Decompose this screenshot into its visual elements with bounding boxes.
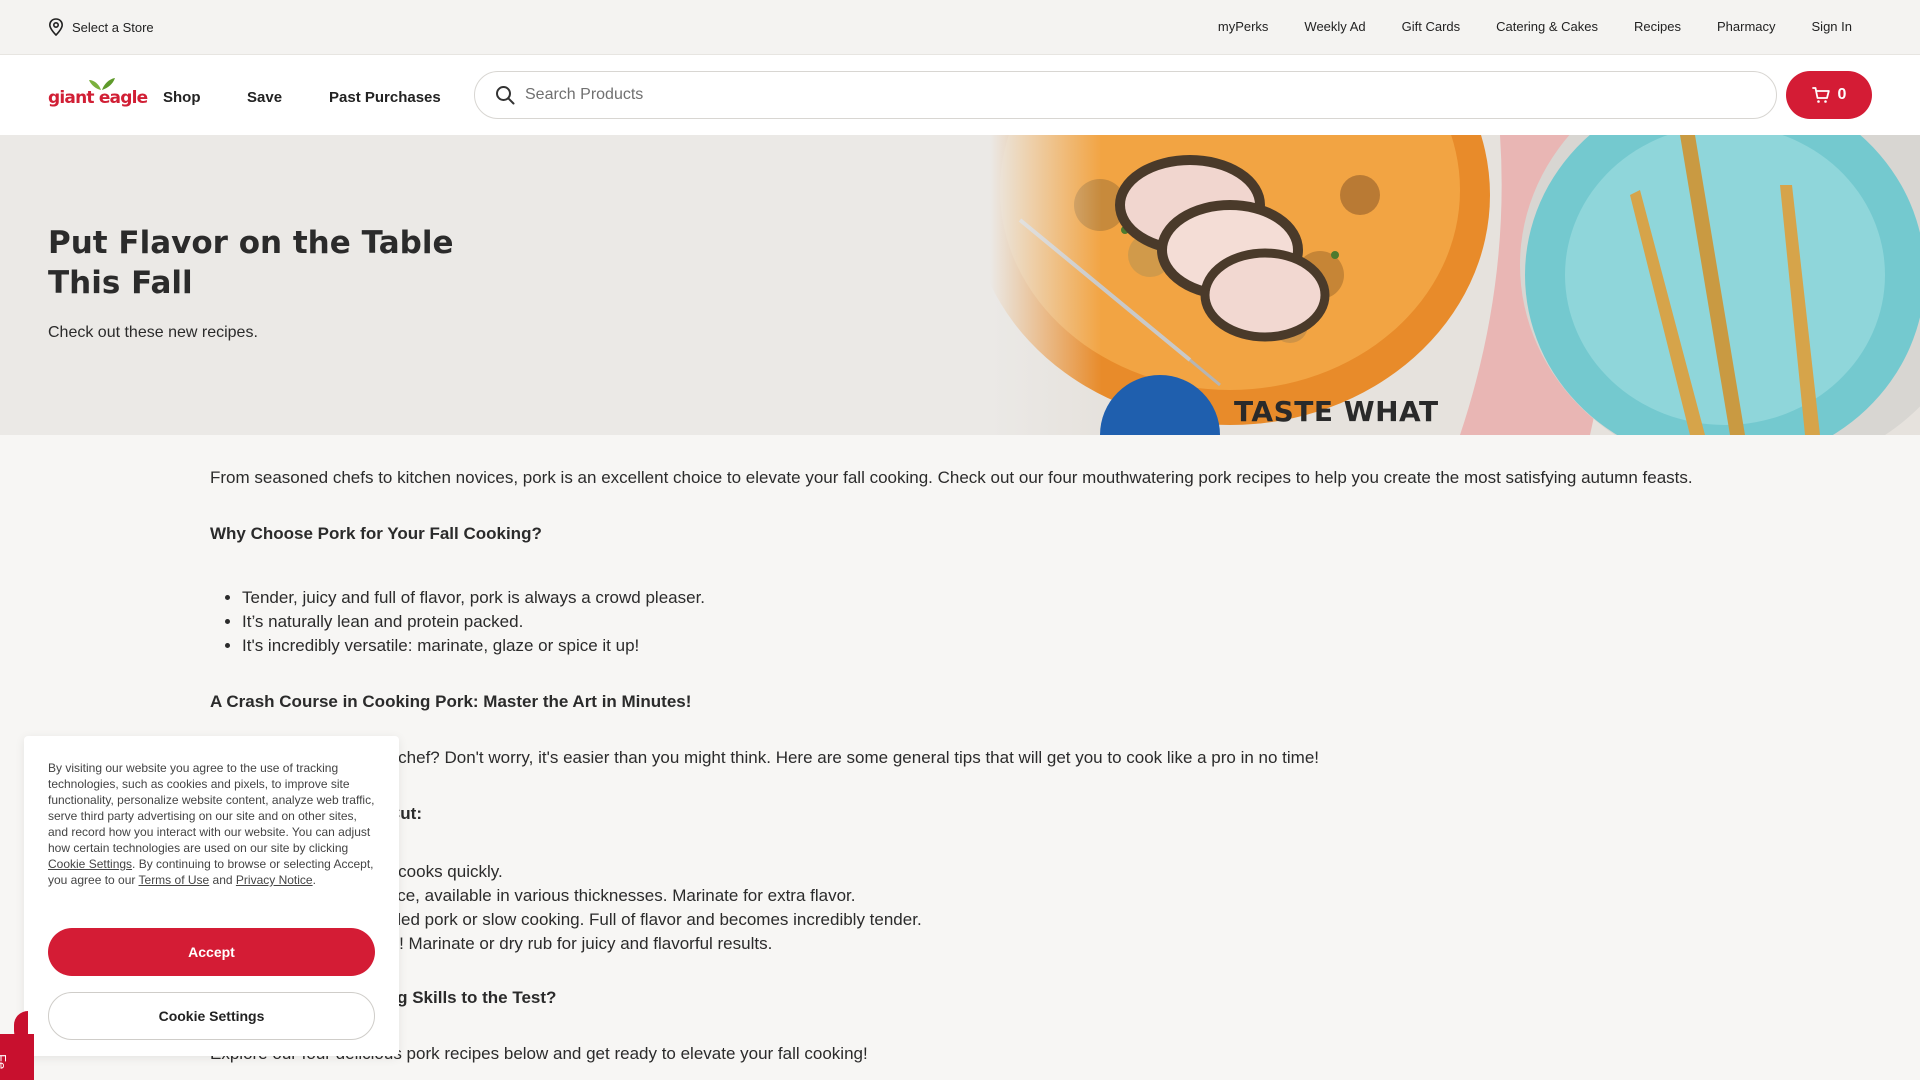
location-pin-icon xyxy=(48,18,64,36)
main-nav: giant eagle Shop Save Past Purchases 0 xyxy=(0,55,1920,135)
cart-button[interactable]: 0 xyxy=(1786,71,1872,119)
cookie-settings-button[interactable]: Cookie Settings xyxy=(48,992,375,1040)
feedback-tab[interactable]: Fe xyxy=(0,1034,34,1080)
logo-wordmark: giant eagle xyxy=(48,88,148,108)
util-link-pharmacy[interactable]: Pharmacy xyxy=(1717,19,1776,34)
util-link-weekly-ad[interactable]: Weekly Ad xyxy=(1304,19,1365,34)
nav-shop[interactable]: Shop xyxy=(163,89,201,106)
list-item: It’s naturally lean and protein packed. xyxy=(242,610,705,634)
cookie-text-part: . xyxy=(312,873,316,887)
hero-title: Put Flavor on the Table This Fall xyxy=(48,225,454,301)
select-store-label: Select a Store xyxy=(72,19,154,35)
utility-bar: Select a Store myPerks Weekly Ad Gift Ca… xyxy=(0,0,1920,55)
search-bar xyxy=(474,71,1777,119)
feedback-tab-label: Fe xyxy=(0,1054,9,1070)
accept-button[interactable]: Accept xyxy=(48,928,375,976)
select-store-link[interactable]: Select a Store xyxy=(48,18,154,36)
search-icon xyxy=(496,86,515,105)
search-input[interactable] xyxy=(525,86,1725,104)
utility-links: myPerks Weekly Ad Gift Cards Catering & … xyxy=(1218,19,1852,34)
cookie-settings-link[interactable]: Cookie Settings xyxy=(48,857,132,871)
nav-save[interactable]: Save xyxy=(247,89,282,106)
benefits-list: Tender, juicy and full of flavor, pork i… xyxy=(242,586,705,658)
util-link-gift-cards[interactable]: Gift Cards xyxy=(1402,19,1461,34)
hero-subtitle: Check out these new recipes. xyxy=(48,324,258,341)
heading-why-pork: Why Choose Pork for Your Fall Cooking? xyxy=(210,524,542,543)
util-link-recipes[interactable]: Recipes xyxy=(1634,19,1681,34)
list-item: Tender, juicy and full of flavor, pork i… xyxy=(242,586,705,610)
cookie-text-part: and xyxy=(209,873,236,887)
hero-banner: Put Flavor on the Table This Fall Check … xyxy=(0,135,1920,435)
crash-course-paragraph: d chef? Don't worry, it's easier than yo… xyxy=(384,748,1320,767)
util-link-catering-cakes[interactable]: Catering & Cakes xyxy=(1496,19,1598,34)
giant-eagle-logo[interactable]: giant eagle xyxy=(48,77,148,113)
terms-of-use-link[interactable]: Terms of Use xyxy=(139,873,210,887)
hero-image-text: TASTE WHAT xyxy=(1234,395,1439,428)
cart-count: 0 xyxy=(1837,86,1847,103)
util-link-myperks[interactable]: myPerks xyxy=(1218,19,1269,34)
list-item: It's incredibly versatile: marinate, gla… xyxy=(242,634,705,658)
heading-skills-test: ing Skills to the Test? xyxy=(382,988,557,1007)
cookie-consent-text: By visiting our website you agree to the… xyxy=(48,760,378,888)
heading-crash-course: A Crash Course in Cooking Pork: Master t… xyxy=(210,692,692,711)
util-link-sign-in[interactable]: Sign In xyxy=(1812,19,1852,34)
cart-icon xyxy=(1811,87,1830,103)
cookie-consent-banner: By visiting our website you agree to the… xyxy=(24,736,399,1056)
pork-roast-hero-image xyxy=(990,135,1920,435)
cookie-text-part: By visiting our website you agree to the… xyxy=(48,761,375,855)
privacy-notice-link[interactable]: Privacy Notice xyxy=(236,873,313,887)
article-intro: From seasoned chefs to kitchen novices, … xyxy=(210,468,1693,487)
nav-past-purchases[interactable]: Past Purchases xyxy=(329,89,441,106)
